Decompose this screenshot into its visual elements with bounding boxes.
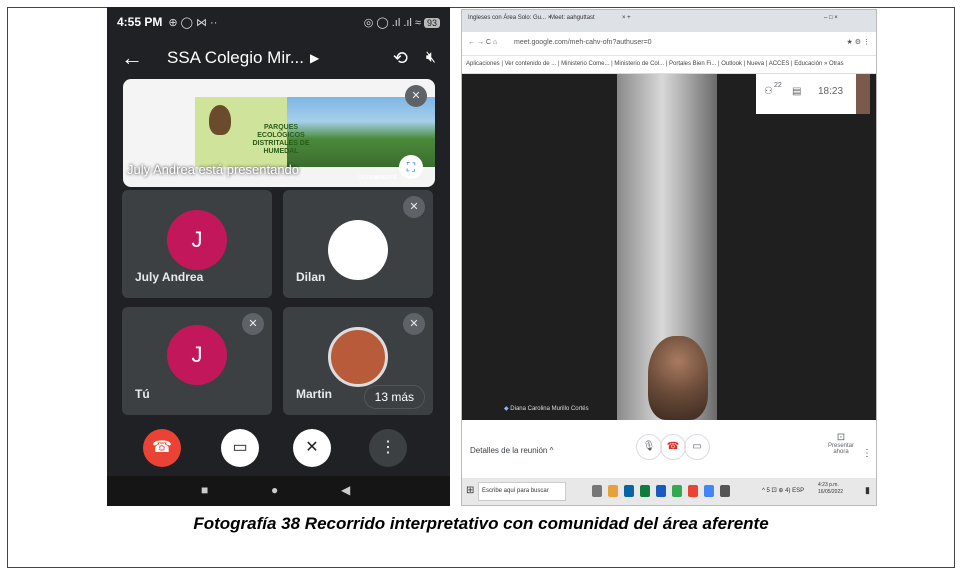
mic-off-icon: ✕ bbox=[403, 196, 425, 218]
back-arrow-icon[interactable]: ← bbox=[121, 45, 143, 71]
bookmarks-bar[interactable]: Aplicaciones | Ver contenido de ... | Mi… bbox=[462, 56, 876, 74]
hangup-button[interactable]: ☎ bbox=[660, 434, 686, 460]
browser-tabs: Ingleses con Área Solo: Gu... × Meet: aa… bbox=[462, 10, 876, 32]
more-options-button[interactable]: ⋮ bbox=[369, 429, 407, 467]
avatar-photo bbox=[328, 327, 388, 387]
taskbar-clock[interactable]: 4:23 p.m. 16/05/2022 bbox=[818, 482, 848, 496]
meet-video-area: ⚇ 22 ▤ 18:23 ◆ Diana Carolina Murillo Co… bbox=[462, 74, 876, 420]
participant-tile[interactable]: ✕ Dilan bbox=[283, 190, 433, 298]
mic-off-button[interactable]: ✕ bbox=[293, 429, 331, 467]
task-view-icon[interactable] bbox=[592, 485, 602, 497]
status-icons: ⊕ ◯ ⋈ ·· bbox=[168, 16, 218, 29]
mic-off-icon: ✕ bbox=[405, 85, 427, 107]
battery-icon: 93 bbox=[423, 17, 440, 28]
participant-name: July Andrea bbox=[135, 270, 204, 284]
self-view-thumbnail bbox=[856, 74, 870, 114]
avatar: J bbox=[167, 325, 227, 385]
fullscreen-button[interactable]: ⛶ bbox=[399, 155, 423, 179]
tab-inactive[interactable]: Ingleses con Área Solo: Gu... × bbox=[468, 15, 551, 21]
windows-taskbar: ⊞ Escribe aquí para buscar ^ 5 ⚀ ⊕ 4) ES… bbox=[462, 478, 876, 505]
meeting-clock: 18:23 bbox=[818, 86, 844, 97]
slide-footer-b: BOGOTÁ bbox=[375, 175, 397, 181]
taskbar-search[interactable]: Escribe aquí para buscar bbox=[478, 482, 566, 501]
chat-icon[interactable]: ▤ bbox=[792, 86, 801, 97]
tab-meet[interactable]: Meet: aahguttast bbox=[550, 15, 595, 21]
home-icon[interactable]: ● bbox=[271, 483, 278, 497]
meeting-toolbar: ← SSA Colegio Mir... ▶ ⟲ 🔇︎ bbox=[107, 37, 450, 79]
slide-title: PARQUES ECOLÓGICOS DISTRITALES DE HUMEDA… bbox=[252, 124, 310, 155]
app-icon[interactable] bbox=[720, 485, 730, 497]
app-icon[interactable] bbox=[688, 485, 698, 497]
status-right-icons: ◎ ◯ .ıl .ıl ≈93 bbox=[364, 16, 440, 29]
status-bar: 4:55 PM ⊕ ◯ ⋈ ·· ◎ ◯ .ıl .ıl ≈93 bbox=[107, 7, 450, 37]
end-call-button[interactable]: ☎ bbox=[143, 429, 181, 467]
present-now-button[interactable]: ⊡ Presentar ahora bbox=[820, 432, 862, 455]
notification-icon[interactable]: ▮ bbox=[865, 485, 870, 496]
chrome-icon[interactable] bbox=[672, 485, 682, 497]
back-icon[interactable]: ◀ bbox=[341, 483, 350, 497]
camera-off-button[interactable]: ▭ bbox=[221, 429, 259, 467]
switch-camera-icon[interactable]: ⟲ bbox=[393, 48, 408, 69]
system-tray[interactable]: ^ 5 ⚀ ⊕ 4) ESP bbox=[762, 487, 804, 494]
people-icon[interactable]: ⚇ bbox=[764, 86, 773, 97]
mic-button[interactable]: 🎙︎ bbox=[636, 434, 662, 460]
desktop-screenshot: Ingleses con Área Solo: Gu... × Meet: aa… bbox=[461, 9, 877, 506]
participant-tile[interactable]: J July Andrea bbox=[122, 190, 272, 298]
mic-off-icon: ✕ bbox=[242, 313, 264, 335]
present-label: Presentar ahora bbox=[827, 443, 854, 455]
presentation-tile[interactable]: PARQUES ECOLÓGICOS DISTRITALES DE HUMEDA… bbox=[123, 79, 435, 187]
avatar bbox=[328, 220, 388, 280]
android-nav-bar: ■ ● ◀ bbox=[107, 476, 450, 506]
participant-tile[interactable]: ✕ J Tú bbox=[122, 307, 272, 415]
present-icon: ⊡ bbox=[836, 432, 846, 443]
expand-caret-icon[interactable]: ▶ bbox=[310, 51, 319, 65]
phone-screenshot: 4:55 PM ⊕ ◯ ⋈ ·· ◎ ◯ .ıl .ıl ≈93 ← SSA C… bbox=[107, 7, 450, 506]
participant-face bbox=[648, 336, 708, 420]
url-text[interactable]: meet.google.com/meh-cahv-ofn?authuser=0 bbox=[514, 39, 652, 46]
meet-info-overlay: ⚇ 22 ▤ 18:23 bbox=[756, 74, 870, 114]
participant-name: Dilan bbox=[296, 270, 326, 284]
participant-name-text: Diana Carolina Murillo Cortés bbox=[510, 406, 589, 412]
call-controls: ☎ ▭ ✕ ⋮ bbox=[107, 429, 450, 469]
windows-start-icon[interactable]: ⊞ bbox=[466, 485, 474, 496]
edge-icon[interactable] bbox=[624, 485, 634, 497]
signal-icons: ◎ ◯ .ıl .ıl ≈ bbox=[363, 16, 421, 29]
speaker-off-icon[interactable]: 🔇︎ bbox=[426, 49, 436, 67]
figure-caption: Fotografía 38 Recorrido interpretativo c… bbox=[193, 514, 769, 533]
nav-buttons-icon[interactable]: ← → C ⌂ bbox=[468, 39, 497, 46]
video-participant-name: ◆ Diana Carolina Murillo Cortés bbox=[504, 405, 589, 412]
participant-name: Tú bbox=[135, 387, 150, 401]
word-icon[interactable] bbox=[656, 485, 666, 497]
app-icon[interactable] bbox=[704, 485, 714, 497]
recents-icon[interactable]: ■ bbox=[201, 483, 208, 497]
status-time: 4:55 PM bbox=[117, 15, 163, 29]
meeting-details-button[interactable]: Detalles de la reunión ^ bbox=[470, 446, 553, 455]
more-options-icon[interactable]: ⋮ bbox=[862, 448, 872, 459]
avatar: J bbox=[167, 210, 227, 270]
people-count: 22 bbox=[774, 82, 782, 89]
window-controls[interactable]: – □ × bbox=[824, 15, 838, 21]
presenting-label: July Andrea está presentando bbox=[127, 162, 300, 177]
excel-icon[interactable] bbox=[640, 485, 650, 497]
participant-tile[interactable]: ✕ Martin 13 más bbox=[283, 307, 433, 415]
camera-button[interactable]: ▭ bbox=[684, 434, 710, 460]
meet-bottom-bar: Detalles de la reunión ^ 🎙︎ ☎ ▭ ⊡ Present… bbox=[462, 420, 876, 480]
extensions-icon[interactable]: ★ ⚙ ⋮ bbox=[847, 38, 870, 46]
participant-name: Martin bbox=[296, 387, 332, 401]
mic-off-icon: ✕ bbox=[403, 313, 425, 335]
more-participants-badge[interactable]: 13 más bbox=[363, 385, 425, 409]
tab-new[interactable]: × + bbox=[622, 15, 631, 21]
address-bar[interactable]: ← → C ⌂ meet.google.com/meh-cahv-ofn?aut… bbox=[462, 32, 876, 56]
meeting-title[interactable]: SSA Colegio Mir... bbox=[167, 48, 304, 68]
file-explorer-icon[interactable] bbox=[608, 485, 618, 497]
bird-image bbox=[209, 105, 231, 135]
